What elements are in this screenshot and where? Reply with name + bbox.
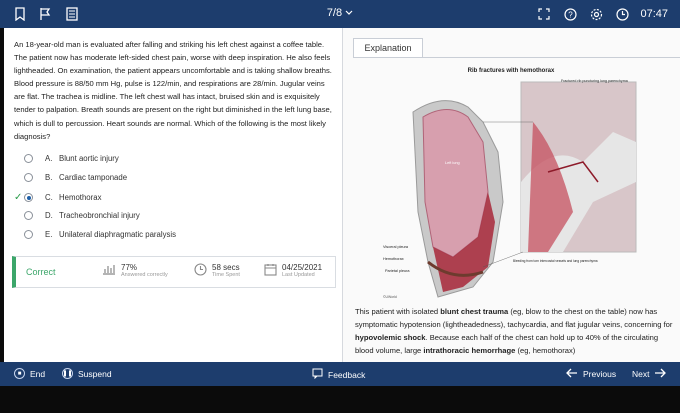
- emphasis-text: hypovolemic shock: [355, 333, 426, 343]
- option-letter: B.: [45, 173, 53, 182]
- top-right-tools: ? 07:47: [536, 6, 668, 22]
- pause-icon: ❚❚: [62, 368, 73, 379]
- stop-icon: ■: [14, 368, 25, 379]
- answer-stats-panel: Correct 77% Answered correctly 58 secs T…: [12, 256, 336, 288]
- result-status: Correct: [26, 267, 56, 277]
- option-label: Unilateral diaphragmatic paralysis: [59, 230, 177, 239]
- option-label: Blunt aortic injury: [59, 154, 119, 163]
- answer-option-e[interactable]: E. Unilateral diaphragmatic paralysis: [14, 230, 176, 239]
- timer-text: 07:47: [640, 8, 668, 20]
- end-label: End: [30, 368, 46, 379]
- answer-option-a[interactable]: A. Blunt aortic injury: [14, 154, 119, 163]
- explanation-tab[interactable]: Explanation: [353, 38, 423, 58]
- calendar-icon: [264, 263, 277, 278]
- screen-bezel: [0, 386, 680, 413]
- date-label: Last Updated: [282, 272, 315, 278]
- feedback-icon: [312, 368, 323, 381]
- answer-option-d[interactable]: D. Tracheobronchial injury: [14, 211, 140, 220]
- next-label: Next: [632, 369, 650, 379]
- radio-button[interactable]: [24, 154, 33, 163]
- source-label: ©UWorld: [383, 295, 397, 299]
- clock-icon: [614, 6, 630, 22]
- suspend-button[interactable]: ❚❚ Suspend: [62, 368, 112, 379]
- arrow-left-icon: [566, 368, 578, 380]
- answer-option-b[interactable]: B. Cardiac tamponade: [14, 173, 127, 182]
- explanation-paragraph: This patient with isolated blunt chest t…: [355, 305, 677, 357]
- help-icon[interactable]: ?: [562, 6, 578, 22]
- feedback-button[interactable]: Feedback: [312, 368, 365, 381]
- main-area: An 18-year-old man is evaluated after fa…: [4, 28, 680, 362]
- explanation-text: (eg, hemothorax): [515, 346, 576, 356]
- percent-label: Answered correctly: [121, 272, 168, 278]
- hemothorax-label: Hemothorax: [383, 257, 404, 261]
- svg-text:?: ?: [568, 10, 573, 19]
- previous-label: Previous: [583, 369, 617, 379]
- next-button[interactable]: Next: [632, 368, 667, 380]
- radio-button[interactable]: [24, 173, 33, 182]
- option-letter: C.: [45, 193, 53, 202]
- rib-fracture-illustration: Rib fractures with hemothorax Left lung …: [383, 68, 637, 299]
- fractured-rib-label: Fractured rib puncturing lung parenchyma: [561, 79, 628, 83]
- fullscreen-icon[interactable]: [536, 6, 552, 22]
- radio-button[interactable]: [24, 211, 33, 220]
- chevron-down-icon: [345, 7, 353, 19]
- explanation-text: This patient with isolated: [355, 307, 441, 316]
- parietal-pleura-label: Parietal pleura: [385, 269, 410, 273]
- percent-value: 77%: [121, 263, 138, 272]
- bleeding-label: Bleeding from torn intercostal vessels a…: [513, 259, 598, 263]
- percent-stat: 77% Answered correctly: [102, 263, 168, 278]
- arrow-right-icon: [654, 368, 667, 380]
- emphasis-text: intrathoracic hemorrhage: [423, 346, 516, 356]
- time-value: 58 secs: [212, 263, 240, 272]
- emphasis-text: blunt chest trauma: [440, 307, 509, 316]
- option-letter: A.: [45, 154, 53, 163]
- tab-divider: [353, 57, 680, 58]
- radio-button-selected[interactable]: [24, 193, 33, 202]
- time-stat: 58 secs Time Spent: [194, 263, 240, 278]
- checkmark-icon: ✓: [14, 192, 23, 203]
- end-button[interactable]: ■ End: [14, 368, 45, 379]
- figure-title: Rib fractures with hemothorax: [468, 68, 555, 74]
- time-label: Time Spent: [212, 272, 240, 278]
- suspend-label: Suspend: [78, 368, 112, 379]
- bottom-bar: ■ End ❚❚ Suspend Feedback Previous Next: [0, 362, 680, 386]
- option-label: Cardiac tamponade: [59, 173, 128, 182]
- top-bar: 7/8 ? 07:47: [0, 0, 680, 28]
- option-letter: D.: [45, 211, 53, 220]
- question-counter-label: 7/8: [326, 7, 343, 19]
- question-pane: An 18-year-old man is evaluated after fa…: [4, 28, 343, 362]
- feedback-label: Feedback: [328, 369, 366, 380]
- option-label: Hemothorax: [59, 193, 102, 202]
- visceral-pleura-label: Visceral pleura: [383, 245, 409, 249]
- clock-icon: [194, 263, 207, 278]
- date-stat: 04/25/2021 Last Updated: [264, 263, 322, 278]
- left-lung-label: Left lung: [445, 161, 460, 165]
- question-stem: An 18-year-old man is evaluated after fa…: [14, 40, 332, 141]
- date-value: 04/25/2021: [282, 263, 323, 272]
- previous-button[interactable]: Previous: [566, 368, 616, 380]
- settings-icon[interactable]: [588, 6, 604, 22]
- option-label: Tracheobronchial injury: [59, 211, 140, 220]
- explanation-pane: Explanation Rib fractures with hemothora…: [343, 28, 680, 362]
- radio-button[interactable]: [24, 230, 33, 239]
- answer-option-c[interactable]: ✓ C. Hemothorax: [14, 192, 101, 203]
- option-letter: E.: [45, 230, 53, 239]
- bar-chart-icon: [102, 263, 116, 277]
